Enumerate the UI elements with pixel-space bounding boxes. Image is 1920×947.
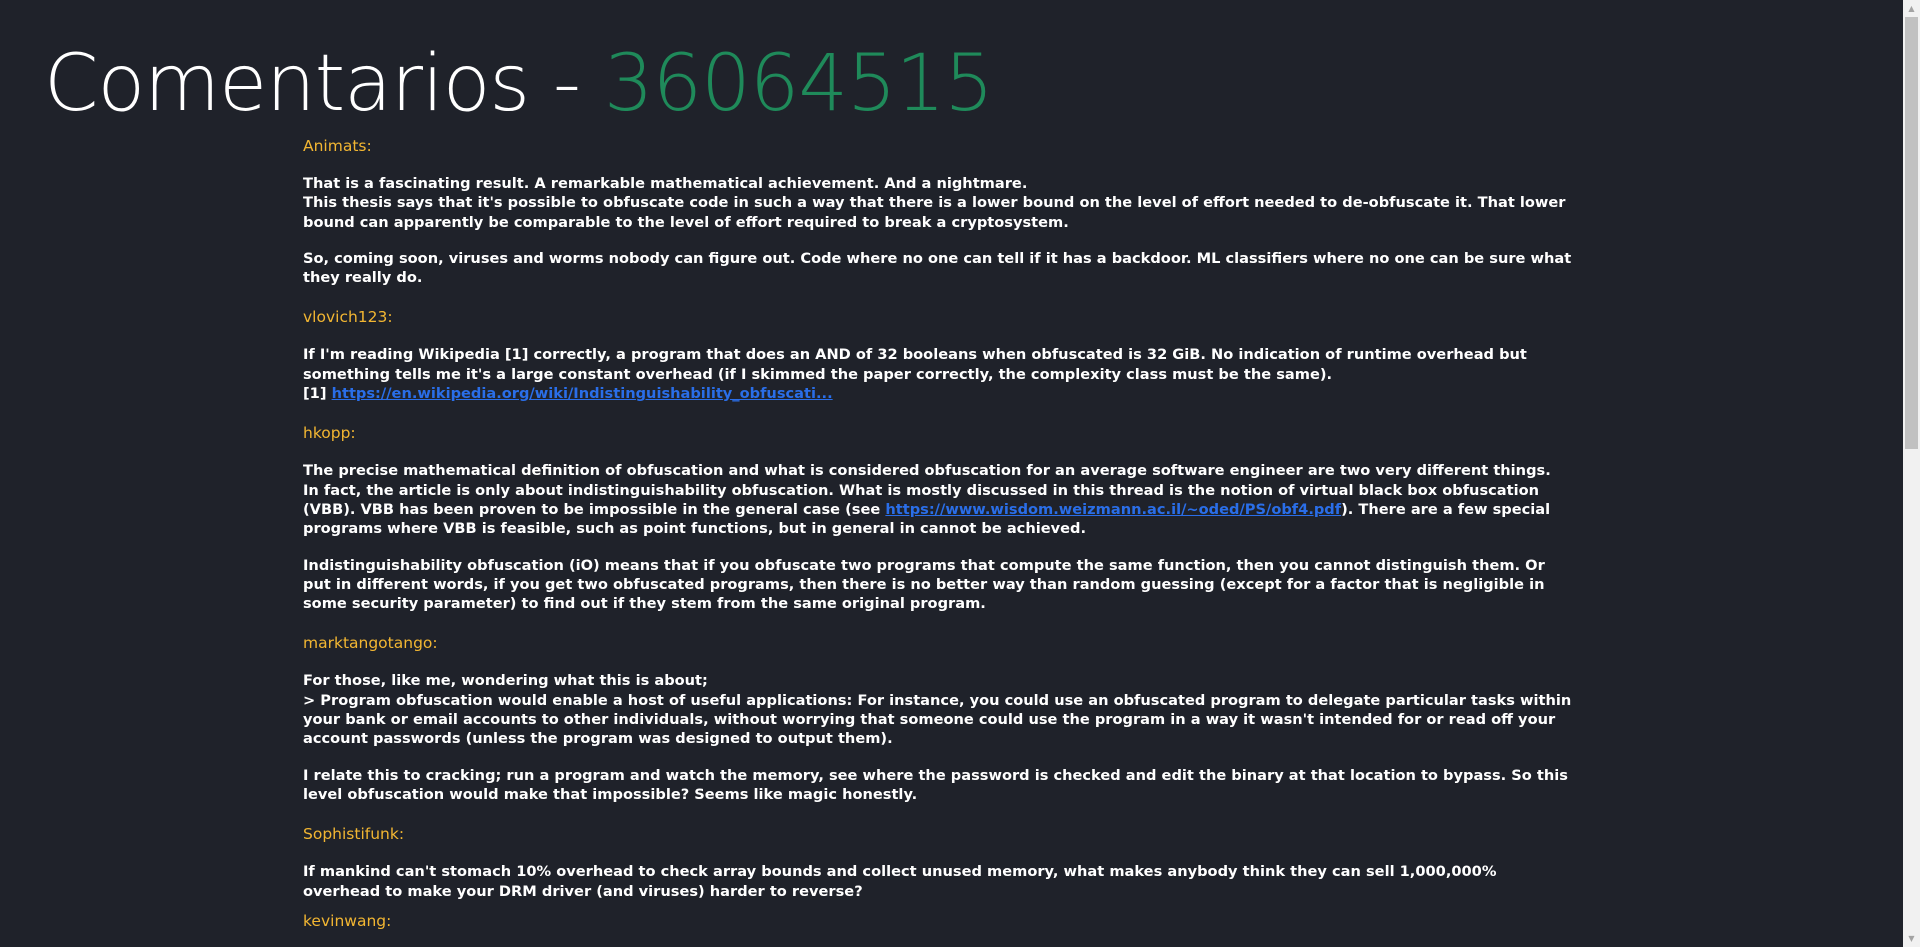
comment-paragraph: For those, like me, wondering what this … <box>303 671 1575 748</box>
comment-text: If mankind can't stomach 10% overhead to… <box>303 863 1497 900</box>
weizmann-paper-link[interactable]: https://www.wisdom.weizmann.ac.il/~oded/… <box>885 501 1341 518</box>
comment-paragraph: The precise mathematical definition of o… <box>303 461 1575 538</box>
triangle-down-icon[interactable]: ▼ <box>1903 930 1920 947</box>
scrollbar-thumb[interactable] <box>1905 17 1918 449</box>
title-separator: - <box>529 39 604 129</box>
comment-paragraph: So, coming soon, viruses and worms nobod… <box>303 249 1575 288</box>
comment-paragraph: Indistinguishability obfuscation (iO) me… <box>303 556 1575 614</box>
comment-author: vlovich123: <box>303 308 393 327</box>
triangle-up-icon[interactable]: ▲ <box>1903 0 1920 17</box>
comment-paragraph: That is a fascinating result. A remarkab… <box>303 174 1575 232</box>
comment-text: So, coming soon, viruses and worms nobod… <box>303 249 1572 287</box>
comment: Animats: That is a fascinating result. A… <box>303 136 1575 287</box>
page: Comentarios - 36064515 Animats: That is … <box>0 0 1920 947</box>
comment-author: kevinwang: <box>303 911 392 930</box>
comment-text: For those, like me, wondering what this … <box>303 672 1572 748</box>
comment-author: Animats: <box>303 137 372 155</box>
comment: hkopp: The precise mathematical definiti… <box>303 423 1575 613</box>
comment: marktangotango: For those, like me, wond… <box>303 633 1575 804</box>
comment-author: Sophistifunk: <box>303 825 405 844</box>
comment-paragraph: I relate this to cracking; run a program… <box>303 766 1575 805</box>
comment-text: I relate this to cracking; run a program… <box>303 766 1568 803</box>
wikipedia-link[interactable]: https://en.wikipedia.org/wiki/Indistingu… <box>332 385 833 402</box>
comment-paragraph: If mankind can't stomach 10% overhead to… <box>303 862 1575 901</box>
comment-author: hkopp: <box>303 424 356 443</box>
comment-author: marktangotango: <box>303 634 438 653</box>
reference-marker: [1] <box>303 385 332 403</box>
comment-list: Animats: That is a fascinating result. A… <box>303 136 1575 947</box>
comment: vlovich123: If I'm reading Wikipedia [1]… <box>303 307 1575 403</box>
comment: kevinwang: <box>303 911 1575 931</box>
vertical-scrollbar[interactable]: ▲ ▼ <box>1903 0 1920 947</box>
title-story-id: 36064515 <box>603 39 994 129</box>
title-prefix: Comentarios <box>44 39 530 129</box>
comment: Sophistifunk: If mankind can't stomach 1… <box>303 824 1575 901</box>
comment-text: That is a fascinating result. A remarkab… <box>303 175 1566 231</box>
comment-text: If I'm reading Wikipedia [1] correctly, … <box>303 346 1527 383</box>
comment-paragraph: If I'm reading Wikipedia [1] correctly, … <box>303 345 1575 403</box>
page-title: Comentarios - 36064515 <box>44 34 994 134</box>
comment-text: Indistinguishability obfuscation (iO) me… <box>303 556 1545 613</box>
